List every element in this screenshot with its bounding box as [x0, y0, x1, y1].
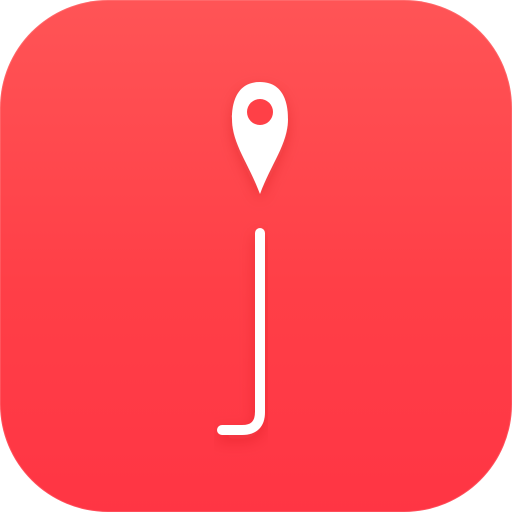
pin-dot-icon [247, 99, 273, 125]
letter-j-glyph [217, 228, 265, 435]
app-icon-canvas [0, 0, 512, 512]
app-icon[interactable] [0, 0, 512, 512]
app-icon-glyph [217, 82, 288, 435]
map-pin-icon [232, 82, 288, 194]
